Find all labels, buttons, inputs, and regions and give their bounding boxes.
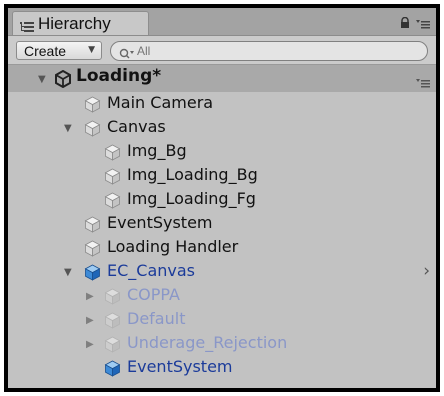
- collapse-arrow-icon[interactable]: ▶: [86, 339, 94, 350]
- tree-item[interactable]: ▶ COPPA: [8, 284, 436, 308]
- tree-item[interactable]: EventSystem: [8, 212, 436, 236]
- prefab-cube-icon: [104, 360, 121, 381]
- tab-controls: [400, 14, 430, 33]
- expand-arrow-icon[interactable]: ▼: [64, 123, 72, 134]
- tree-item[interactable]: ▼ EC_Canvas ›: [8, 260, 436, 284]
- tree-item-label: Default: [127, 309, 186, 328]
- dropdown-caret-icon: ▼: [88, 45, 95, 55]
- tree-item-label: Img_Loading_Bg: [127, 165, 258, 184]
- tree-item[interactable]: Img_Loading_Bg: [8, 164, 436, 188]
- search-input[interactable]: [137, 43, 407, 59]
- tree-item-label: Canvas: [107, 117, 166, 136]
- prefab-cube-icon: [84, 264, 101, 285]
- tree-item-label: EventSystem: [127, 357, 233, 376]
- collapse-arrow-icon[interactable]: ▶: [86, 291, 94, 302]
- open-prefab-chevron-icon[interactable]: ›: [423, 261, 430, 281]
- gameobject-cube-icon: [84, 240, 101, 261]
- create-label: Create: [24, 43, 67, 59]
- tree-item-label: Main Camera: [107, 93, 214, 112]
- gameobject-cube-icon: [104, 168, 121, 189]
- tree-item-label: Img_Bg: [127, 141, 187, 160]
- window-frame: Hierarchy Create ▼ All ▼ Loading* Main C…: [4, 4, 440, 392]
- tree-item-label: COPPA: [127, 285, 180, 304]
- tab-bar: Hierarchy: [8, 8, 436, 36]
- prefab-cube-inactive-icon: [104, 312, 121, 333]
- tree-item[interactable]: ▶ Underage_Rejection: [8, 332, 436, 356]
- tree-item[interactable]: Loading Handler: [8, 236, 436, 260]
- unity-scene-icon: [54, 69, 72, 92]
- tree-item[interactable]: ▶ Default: [8, 308, 436, 332]
- search-field[interactable]: [110, 41, 428, 61]
- tree-item[interactable]: EventSystem: [8, 356, 436, 380]
- gameobject-cube-icon: [104, 192, 121, 213]
- tree-item-label: Underage_Rejection: [127, 333, 288, 352]
- prefab-cube-inactive-icon: [104, 336, 121, 357]
- tree-item-label: EC_Canvas: [107, 261, 196, 280]
- tree-item[interactable]: ▼ Canvas: [8, 116, 436, 140]
- tab-label: Hierarchy: [38, 14, 111, 33]
- tree-item[interactable]: Img_Bg: [8, 140, 436, 164]
- scene-menu-icon[interactable]: [416, 73, 430, 92]
- gameobject-cube-icon: [84, 216, 101, 237]
- tree-item[interactable]: Img_Loading_Fg: [8, 188, 436, 212]
- scene-name: Loading*: [76, 66, 162, 86]
- tree-item-label: Loading Handler: [107, 237, 239, 256]
- expand-arrow-icon[interactable]: ▼: [64, 267, 72, 278]
- expand-arrow-icon[interactable]: ▼: [38, 74, 46, 85]
- scene-row[interactable]: ▼ Loading*: [8, 65, 436, 92]
- hierarchy-list-icon: [20, 18, 34, 37]
- hierarchy-panel: Hierarchy Create ▼ All ▼ Loading* Main C…: [8, 8, 436, 388]
- gameobject-cube-icon: [104, 144, 121, 165]
- lock-icon[interactable]: [400, 14, 410, 33]
- tree-item[interactable]: Main Camera: [8, 92, 436, 116]
- create-button[interactable]: Create ▼: [16, 41, 102, 60]
- gameobject-cube-icon: [84, 120, 101, 141]
- gameobject-cube-icon: [84, 96, 101, 117]
- tab-hierarchy[interactable]: Hierarchy: [12, 11, 149, 35]
- tree-item-label: Img_Loading_Fg: [127, 189, 256, 208]
- search-icon: [119, 45, 135, 64]
- collapse-arrow-icon[interactable]: ▶: [86, 315, 94, 326]
- prefab-cube-inactive-icon: [104, 288, 121, 309]
- tree-item-label: EventSystem: [107, 213, 213, 232]
- panel-menu-icon[interactable]: [416, 14, 430, 33]
- hierarchy-toolbar: Create ▼: [8, 36, 436, 65]
